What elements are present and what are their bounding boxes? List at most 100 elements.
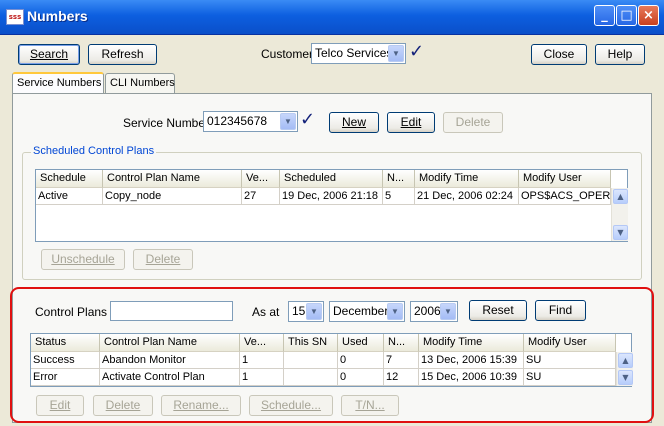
column-header[interactable]: Schedule xyxy=(36,170,103,188)
month-select[interactable]: December ▼ xyxy=(329,301,405,322)
control-plans-label: Control Plans xyxy=(35,305,108,319)
delete-number-button[interactable]: Delete xyxy=(443,112,503,133)
chevron-down-icon[interactable]: ▼ xyxy=(280,113,296,130)
year-select[interactable]: 2006 ▼ xyxy=(410,301,458,322)
maximize-button[interactable]: □ xyxy=(616,5,637,26)
rename-plan-button-label: Rename... xyxy=(173,398,229,412)
search-button-label: Search xyxy=(29,47,69,61)
delete-schedule-button[interactable]: Delete xyxy=(133,249,193,270)
refresh-button[interactable]: Refresh xyxy=(88,44,157,65)
column-header[interactable]: Modify User xyxy=(524,334,616,352)
customer-select[interactable]: Telco Services ▼ xyxy=(311,43,406,64)
table-cell[interactable] xyxy=(284,352,338,369)
search-button[interactable]: Search xyxy=(18,44,80,65)
column-header[interactable]: Used xyxy=(338,334,384,352)
reset-button-label: Reset xyxy=(482,303,514,317)
column-header[interactable]: Control Plan Name xyxy=(103,170,242,188)
control-plans-filter-input[interactable] xyxy=(110,301,233,321)
find-button[interactable]: Find xyxy=(535,300,586,321)
column-header[interactable]: Control Plan Name xyxy=(100,334,240,352)
delete-plan-button-label: Delete xyxy=(105,398,141,412)
unschedule-button[interactable]: Unschedule xyxy=(41,249,125,270)
chevron-down-icon[interactable]: ▼ xyxy=(388,45,404,62)
schedule-plan-button[interactable]: Schedule... xyxy=(249,395,333,416)
table-cell[interactable]: 15 Dec, 2006 10:39 xyxy=(419,369,524,386)
column-header[interactable]: Scheduled xyxy=(280,170,383,188)
chevron-down-icon[interactable]: ▼ xyxy=(306,303,322,320)
scheduled-plans-table[interactable]: Schedule Control Plan Name Ve... Schedul… xyxy=(35,169,628,242)
unschedule-button-label: Unschedule xyxy=(51,252,115,266)
column-header[interactable]: Status xyxy=(31,334,100,352)
table-cell[interactable]: 27 xyxy=(242,188,280,205)
table-cell[interactable]: Copy_node xyxy=(103,188,242,205)
table-cell[interactable]: 7 xyxy=(384,352,419,369)
rename-plan-button[interactable]: Rename... xyxy=(161,395,241,416)
table-cell[interactable]: OPS$ACS_OPER xyxy=(519,188,611,205)
column-header[interactable]: Modify Time xyxy=(415,170,519,188)
new-button[interactable]: New xyxy=(329,112,379,133)
scroll-down-icon[interactable]: ▼ xyxy=(613,225,628,240)
tab-service-numbers-label: Service Numbers xyxy=(17,77,102,89)
year-value: 2006 xyxy=(414,304,441,318)
title-bar[interactable]: sss Numbers _ □ × xyxy=(0,0,664,35)
new-button-label: New xyxy=(341,115,366,129)
table-cell[interactable]: SU xyxy=(524,352,616,369)
help-button-label: Help xyxy=(607,47,633,61)
table-cell[interactable]: 0 xyxy=(338,352,384,369)
edit-button[interactable]: Edit xyxy=(387,112,435,133)
table-cell[interactable]: 13 Dec, 2006 15:39 xyxy=(419,352,524,369)
minimize-button[interactable]: _ xyxy=(594,5,615,26)
table-cell[interactable]: Abandon Monitor xyxy=(100,352,240,369)
table-cell[interactable]: 0 xyxy=(338,369,384,386)
table-cell[interactable]: SU xyxy=(524,369,616,386)
day-select[interactable]: 15 ▼ xyxy=(288,301,324,322)
table-cell[interactable]: Error xyxy=(31,369,100,386)
column-header[interactable]: N... xyxy=(383,170,415,188)
control-plans-table[interactable]: Status Control Plan Name Ve... This SN U… xyxy=(30,333,633,387)
column-header[interactable]: Modify Time xyxy=(419,334,524,352)
chevron-down-icon[interactable]: ▼ xyxy=(440,303,456,320)
column-header[interactable]: N... xyxy=(384,334,419,352)
control-plans-scrollbar[interactable]: ▲ ▼ xyxy=(616,352,633,386)
scheduled-control-plans-title: Scheduled Control Plans xyxy=(31,145,157,157)
table-cell[interactable]: Success xyxy=(31,352,100,369)
table-cell[interactable]: 19 Dec, 2006 21:18 xyxy=(280,188,383,205)
table-cell[interactable]: 12 xyxy=(384,369,419,386)
scheduled-scrollbar[interactable]: ▲ ▼ xyxy=(611,188,628,241)
tn-plan-button-label: T/N... xyxy=(355,398,385,412)
tab-service-numbers[interactable]: Service Numbers xyxy=(12,72,104,94)
table-cell[interactable]: 21 Dec, 2006 02:24 xyxy=(415,188,519,205)
window-title: Numbers xyxy=(27,8,88,24)
close-button-label: Close xyxy=(543,47,575,61)
scroll-down-icon[interactable]: ▼ xyxy=(618,370,633,385)
scroll-up-icon[interactable]: ▲ xyxy=(618,353,633,368)
customer-checkmark-icon: ✓ xyxy=(409,41,425,62)
column-header[interactable]: This SN xyxy=(284,334,338,352)
table-cell[interactable]: 1 xyxy=(240,369,284,386)
chevron-down-icon[interactable]: ▼ xyxy=(387,303,403,320)
service-number-select[interactable]: 012345678 ▼ xyxy=(203,111,298,132)
scroll-up-icon[interactable]: ▲ xyxy=(613,189,628,204)
column-header[interactable]: Modify User xyxy=(519,170,611,188)
help-button[interactable]: Help xyxy=(595,44,645,65)
table-cell[interactable]: Activate Control Plan xyxy=(100,369,240,386)
column-header[interactable]: Ve... xyxy=(240,334,284,352)
table-cell[interactable]: Active xyxy=(36,188,103,205)
tn-plan-button[interactable]: T/N... xyxy=(341,395,399,416)
column-header[interactable]: Ve... xyxy=(242,170,280,188)
customer-value: Telco Services xyxy=(315,46,393,60)
reset-button[interactable]: Reset xyxy=(469,300,527,321)
tab-cli-numbers[interactable]: CLI Numbers xyxy=(105,73,175,93)
table-cell[interactable]: 1 xyxy=(240,352,284,369)
edit-button-label: Edit xyxy=(400,115,422,129)
table-cell[interactable]: 5 xyxy=(383,188,415,205)
edit-plan-button[interactable]: Edit xyxy=(36,395,84,416)
close-window-button[interactable]: × xyxy=(638,5,659,26)
find-button-label: Find xyxy=(548,303,573,317)
close-button[interactable]: Close xyxy=(531,44,587,65)
table-cell[interactable] xyxy=(284,369,338,386)
delete-plan-button[interactable]: Delete xyxy=(93,395,153,416)
delete-schedule-button-label: Delete xyxy=(145,252,181,266)
customer-label: Customer xyxy=(261,47,314,61)
month-value: December xyxy=(333,304,389,318)
